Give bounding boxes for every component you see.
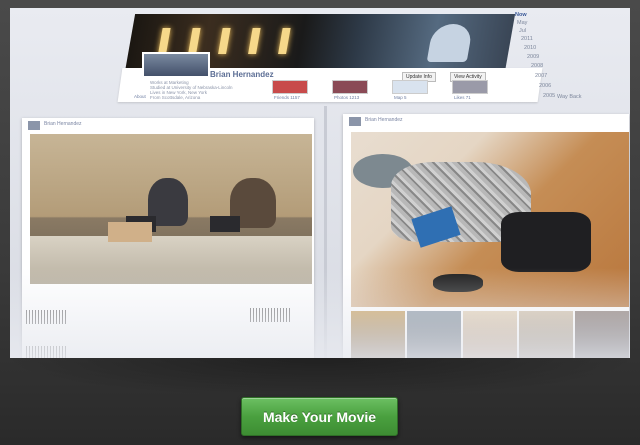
photos-thumb[interactable] (332, 80, 368, 94)
barcode-icon (26, 310, 66, 324)
year-item[interactable]: 2010 (524, 45, 536, 51)
year-item[interactable]: 2009 (527, 54, 539, 60)
profile-name: Brian Hernandez (210, 70, 274, 79)
strip-photo[interactable] (351, 311, 405, 358)
friends-label: Friends 1157 (274, 95, 300, 100)
info-line: From Scottsdale, Arizona (150, 95, 201, 100)
story-photo[interactable] (351, 132, 629, 307)
about-link[interactable]: About (134, 94, 146, 99)
strip-photo[interactable] (463, 311, 517, 358)
photo-strip (351, 311, 629, 358)
year-item[interactable]: 2006 (539, 83, 551, 89)
strip-photo[interactable] (575, 311, 629, 358)
year-item[interactable]: Jul (519, 28, 526, 34)
friends-thumb[interactable] (272, 80, 308, 94)
year-item[interactable]: 2007 (535, 73, 547, 79)
make-your-movie-button[interactable]: Make Your Movie (241, 397, 398, 436)
story-card-right[interactable]: Brian Hernandez (343, 114, 629, 358)
year-item[interactable]: May (517, 20, 527, 26)
author-name: Brian Hernandez (365, 117, 403, 123)
likes-label: Likes 71 (454, 95, 471, 100)
barcode-icon (26, 346, 66, 358)
timeline-preview: Brian Hernandez Update Info View Activit… (10, 8, 630, 358)
author-avatar (349, 117, 361, 126)
author-avatar (28, 121, 40, 130)
story-card-left[interactable]: Brian Hernandez (22, 118, 314, 358)
year-item[interactable]: Way Back (557, 94, 582, 100)
year-item[interactable]: 2005 (543, 93, 555, 99)
profile-avatar (142, 52, 210, 78)
barcode-icon (250, 308, 290, 322)
year-item[interactable]: 2008 (531, 63, 543, 69)
author-name: Brian Hernandez (44, 121, 82, 127)
stage-shadow (0, 358, 640, 398)
photos-label: Photos 1213 (334, 95, 360, 100)
timeline-spine (324, 106, 327, 358)
likes-thumb[interactable] (452, 80, 488, 94)
strip-photo[interactable] (519, 311, 573, 358)
year-item[interactable]: 2011 (521, 36, 533, 42)
map-thumb[interactable] (392, 80, 428, 94)
story-photo[interactable] (30, 134, 312, 284)
year-item[interactable]: Now (515, 12, 527, 18)
strip-photo[interactable] (407, 311, 461, 358)
map-label: Map 5 (394, 95, 407, 100)
